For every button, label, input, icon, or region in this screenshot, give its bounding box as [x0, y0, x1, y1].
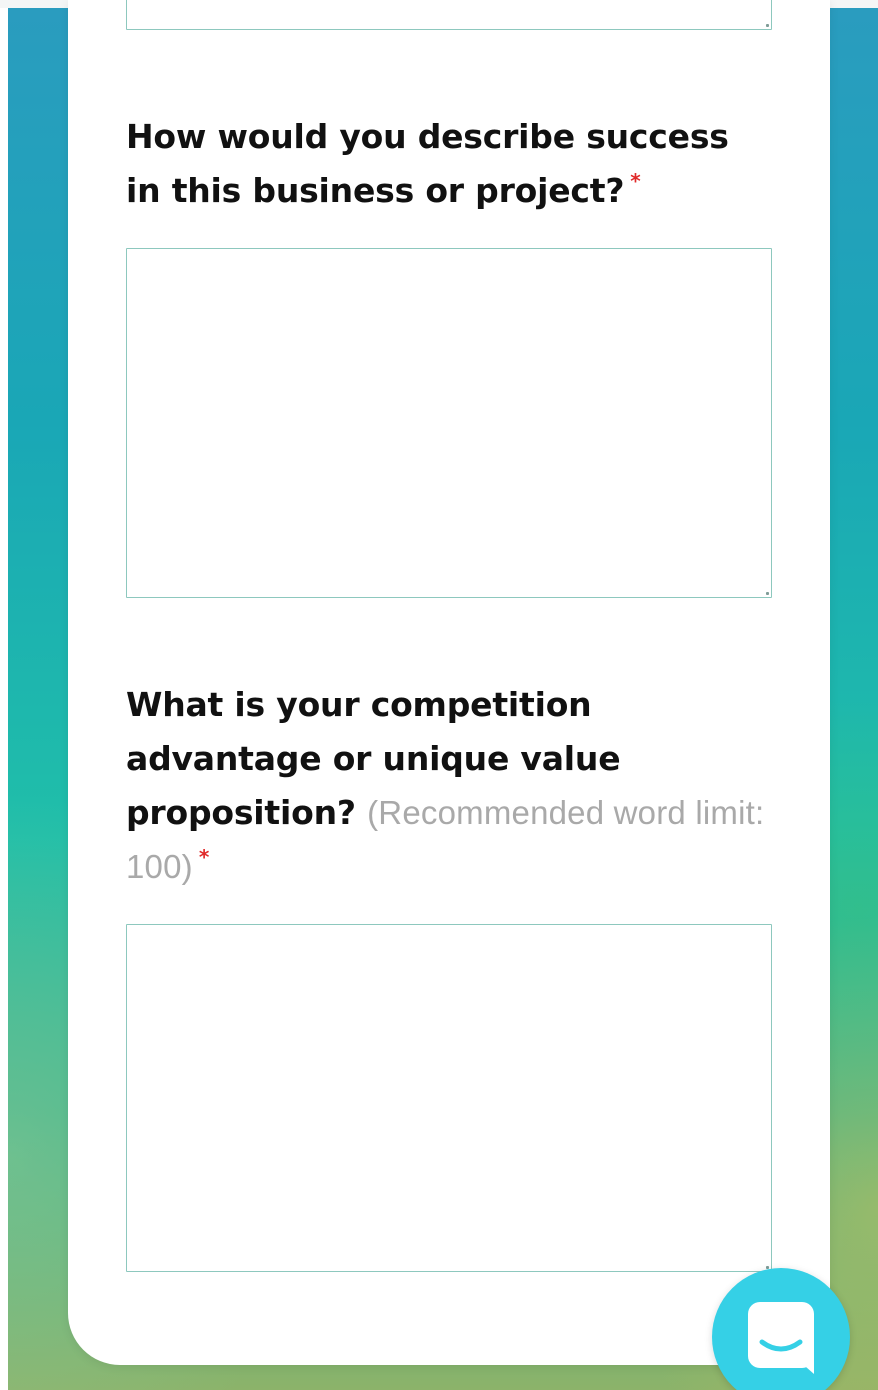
required-asterisk: * — [630, 169, 641, 193]
resize-handle-icon[interactable] — [766, 592, 769, 595]
screen: How would you describe success in this b… — [0, 0, 878, 1390]
question-1-text: How would you describe success in this b… — [126, 117, 729, 210]
previous-answer-textarea[interactable] — [126, 0, 772, 30]
question-2-answer-textarea[interactable] — [126, 924, 772, 1272]
chat-bubble-icon — [748, 1302, 814, 1374]
resize-handle-icon[interactable] — [766, 24, 769, 27]
question-1-answer-textarea[interactable] — [126, 248, 772, 598]
required-asterisk: * — [198, 845, 210, 869]
question-2-label: What is your competition advantage or un… — [126, 678, 786, 898]
question-1-label: How would you describe success in this b… — [126, 110, 766, 222]
